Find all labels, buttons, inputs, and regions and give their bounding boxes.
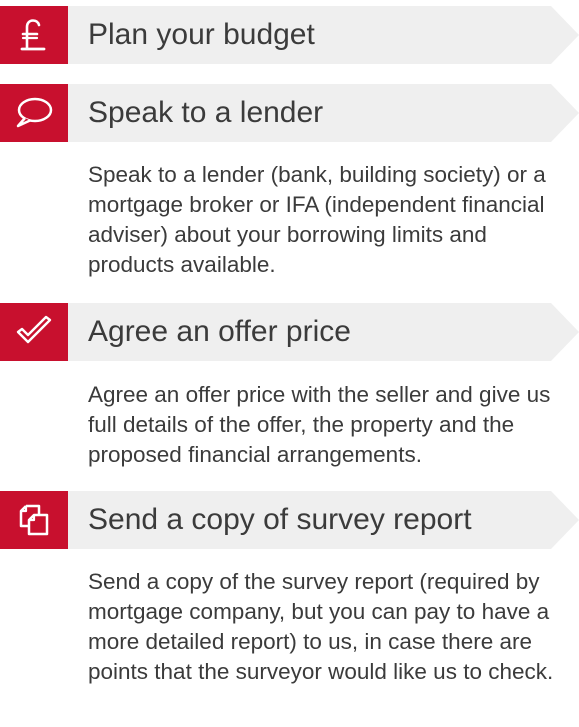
step-description: Send a copy of the survey report (requir… — [88, 569, 554, 684]
pound-icon — [19, 18, 49, 52]
step-title: Plan your budget — [88, 18, 315, 51]
checkmark-icon — [14, 315, 54, 349]
buying-steps-list: Plan your budget Speak to a lender Speak… — [0, 0, 579, 727]
step-icon-box — [0, 6, 68, 64]
step-budget-header: Plan your budget — [0, 6, 579, 64]
step-title: Speak to a lender — [88, 96, 324, 129]
step-description: Agree an offer price with the seller and… — [88, 382, 551, 467]
step-title-bar: Speak to a lender — [68, 84, 579, 142]
step-lender-header: Speak to a lender — [0, 84, 579, 142]
step-title-bar: Send a copy of survey report — [68, 491, 579, 549]
step-icon-box — [0, 303, 68, 361]
copy-documents-icon — [17, 502, 51, 538]
step-icon-box — [0, 84, 68, 142]
step-title-bar: Agree an offer price — [68, 303, 579, 361]
step-icon-box — [0, 491, 68, 549]
step-title-bar: Plan your budget — [68, 6, 579, 64]
step-description: Speak to a lender (bank, building societ… — [88, 162, 546, 277]
step-title: Agree an offer price — [88, 315, 351, 348]
step-offer-header: Agree an offer price — [0, 303, 579, 361]
step-survey-header: Send a copy of survey report — [0, 491, 579, 549]
step-title: Send a copy of survey report — [88, 503, 472, 536]
speech-bubble-icon — [14, 96, 54, 130]
